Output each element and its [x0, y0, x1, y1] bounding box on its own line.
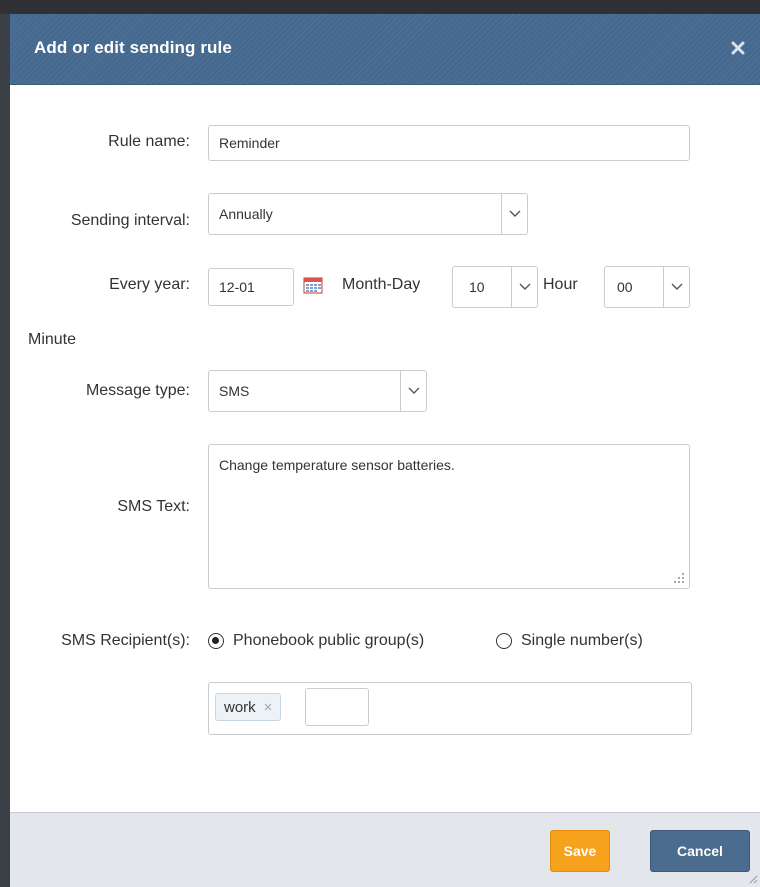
month-day-input[interactable]: 12-01: [208, 268, 294, 306]
month-day-label: Month-Day: [342, 276, 421, 293]
sms-recipients-label: SMS Recipient(s):: [61, 632, 190, 649]
chevron-down-icon[interactable]: [501, 194, 527, 234]
dialog-resize-icon[interactable]: [746, 872, 758, 884]
hour-select[interactable]: 10: [452, 266, 538, 308]
resize-grip-icon[interactable]: [673, 572, 685, 584]
sending-interval-select[interactable]: Annually: [208, 193, 528, 235]
rule-name-input[interactable]: Reminder: [208, 125, 690, 161]
dialog-title: Add or edit sending rule: [34, 38, 232, 57]
recipients-tag-input[interactable]: work ×: [208, 682, 692, 735]
rule-name-label: Rule name:: [108, 133, 190, 150]
sms-text-label: SMS Text:: [117, 498, 190, 515]
rule-name-value: Reminder: [219, 135, 280, 151]
dialog-footer: [10, 812, 760, 887]
hour-value: 10: [469, 279, 485, 295]
minute-label: Minute: [28, 331, 77, 348]
save-button[interactable]: Save: [550, 830, 610, 872]
sms-text-value: Change temperature sensor batteries.: [219, 457, 455, 473]
month-day-value: 12-01: [219, 279, 255, 295]
chevron-down-icon[interactable]: [663, 267, 689, 307]
message-type-value: SMS: [219, 383, 250, 399]
radio-single-numbers[interactable]: [496, 633, 512, 649]
sending-interval-label: Sending interval:: [70, 212, 190, 229]
minute-select[interactable]: 00: [604, 266, 690, 308]
minute-value: 00: [617, 279, 633, 295]
close-icon[interactable]: [730, 40, 746, 56]
radio-single-numbers-label[interactable]: Single number(s): [521, 632, 643, 650]
every-year-label: Every year:: [109, 276, 190, 293]
chevron-down-icon[interactable]: [511, 267, 537, 307]
tag-entry-field[interactable]: [305, 688, 369, 726]
hour-label: Hour: [543, 276, 578, 293]
message-type-select[interactable]: SMS: [208, 370, 427, 412]
calendar-icon[interactable]: [303, 276, 323, 294]
page-backdrop: [0, 0, 760, 14]
sending-rule-dialog: Add or edit sending rule Rule name: Remi…: [10, 14, 760, 887]
chevron-down-icon[interactable]: [400, 371, 426, 411]
sms-text-area[interactable]: Change temperature sensor batteries.: [208, 444, 690, 589]
recipient-tag: work ×: [215, 693, 282, 721]
radio-phonebook-groups-label[interactable]: Phonebook public group(s): [233, 632, 424, 650]
tag-remove-icon[interactable]: ×: [264, 699, 273, 716]
radio-phonebook-groups[interactable]: [208, 633, 224, 649]
dialog-title-bar: Add or edit sending rule: [10, 14, 760, 85]
cancel-button[interactable]: Cancel: [650, 830, 750, 872]
sending-interval-value: Annually: [219, 206, 273, 222]
recipient-tag-label: work: [224, 698, 256, 716]
message-type-label: Message type:: [85, 382, 190, 399]
